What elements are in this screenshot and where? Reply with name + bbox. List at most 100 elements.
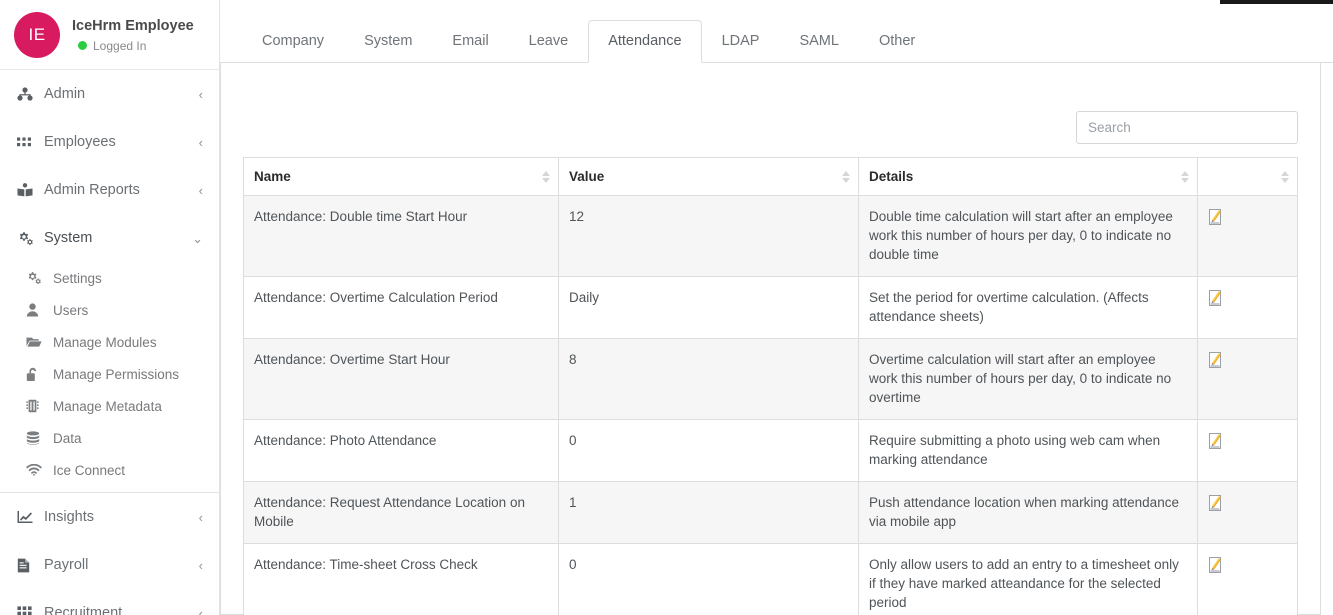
chevron-left-icon: ‹	[198, 557, 203, 573]
gears-icon	[17, 231, 39, 246]
tab-ldap[interactable]: LDAP	[702, 20, 780, 63]
cell-details: Overtime calculation will start after an…	[858, 338, 1198, 420]
edit-icon[interactable]	[1208, 351, 1225, 369]
profile-text: IceHrm Employee Logged In	[72, 17, 194, 53]
edit-icon[interactable]	[1208, 289, 1225, 307]
sidebar-item-manage-permissions[interactable]: Manage Permissions	[0, 358, 219, 390]
settings-tabs: Company System Email Leave Attendance LD…	[220, 0, 1333, 63]
tab-email[interactable]: Email	[432, 20, 508, 63]
chevron-left-icon: ‹	[198, 509, 203, 525]
sidebar-item-label: Admin Reports	[44, 182, 140, 198]
sidebar-item-label: Employees	[44, 134, 116, 150]
sidebar-item-admin[interactable]: Admin ‹	[0, 70, 219, 118]
column-header-value[interactable]: Value	[558, 157, 859, 196]
tab-saml[interactable]: SAML	[779, 20, 859, 63]
sidebar-item-manage-modules[interactable]: Manage Modules	[0, 326, 219, 358]
top-strip	[1220, 0, 1333, 4]
sidebar-item-label: System	[44, 230, 93, 246]
sidebar-item-users[interactable]: Users	[0, 294, 219, 326]
cell-value: 8	[558, 338, 859, 420]
chevron-left-icon: ‹	[198, 134, 203, 150]
profile-status: Logged In	[78, 39, 194, 53]
cell-value: Daily	[558, 276, 859, 339]
wifi-icon	[26, 464, 47, 476]
grid-icon	[17, 137, 39, 148]
search-input[interactable]	[1076, 111, 1298, 144]
folder-open-icon	[26, 336, 47, 348]
sidebar-item-system[interactable]: System ⌄	[0, 214, 219, 262]
cell-details: Require submitting a photo using web cam…	[858, 419, 1198, 482]
cell-value: 1	[558, 481, 859, 544]
edit-icon[interactable]	[1208, 556, 1225, 574]
cell-name: Attendance: Double time Start Hour	[243, 195, 559, 277]
cell-action	[1197, 195, 1298, 277]
cell-value: 0	[558, 419, 859, 482]
cell-action	[1197, 419, 1298, 482]
column-header-label: Details	[869, 169, 914, 184]
cell-value: 0	[558, 543, 859, 615]
sidebar: IE IceHrm Employee Logged In Admin ‹ Emp…	[0, 0, 220, 615]
memory-icon	[26, 399, 47, 413]
sidebar-item-label: Admin	[44, 86, 86, 102]
chevron-left-icon: ‹	[198, 86, 203, 102]
sidebar-subitem-label: Manage Metadata	[53, 398, 162, 414]
sort-icon[interactable]	[542, 170, 550, 183]
edit-icon[interactable]	[1208, 494, 1225, 512]
database-icon	[26, 431, 47, 445]
sidebar-subitem-label: Manage Modules	[53, 334, 157, 350]
settings-table: Name Value Details Attendance: Double ti…	[243, 157, 1298, 615]
sidebar-subitem-label: Users	[53, 302, 89, 318]
search-row	[243, 63, 1298, 144]
sort-icon[interactable]	[842, 170, 850, 183]
table-row: Attendance: Photo Attendance 0 Require s…	[243, 419, 1298, 482]
unlock-icon	[26, 367, 47, 382]
status-dot-icon	[78, 41, 87, 50]
edit-icon[interactable]	[1208, 432, 1225, 450]
table-head: Name Value Details	[243, 157, 1298, 196]
sidebar-item-admin-reports[interactable]: Admin Reports ‹	[0, 166, 219, 214]
sidebar-subitem-label: Settings	[53, 270, 102, 286]
table-row: Attendance: Double time Start Hour 12 Do…	[243, 195, 1298, 277]
tab-attendance[interactable]: Attendance	[588, 20, 702, 63]
sidebar-item-manage-metadata[interactable]: Manage Metadata	[0, 390, 219, 422]
column-header-label: Name	[254, 169, 291, 184]
sidebar-item-recruitment[interactable]: Recruitment ‹	[0, 589, 219, 615]
sidebar-item-ice-connect[interactable]: Ice Connect	[0, 454, 219, 486]
app-root: IE IceHrm Employee Logged In Admin ‹ Emp…	[0, 0, 1333, 615]
chevron-down-icon: ⌄	[192, 230, 203, 246]
avatar: IE	[14, 11, 60, 58]
sidebar-item-employees[interactable]: Employees ‹	[0, 118, 219, 166]
profile-name: IceHrm Employee	[72, 17, 194, 34]
tab-other[interactable]: Other	[859, 20, 935, 63]
cell-name: Attendance: Overtime Calculation Period	[243, 276, 559, 339]
main-content: Company System Email Leave Attendance LD…	[220, 0, 1333, 615]
attendance-settings-panel: Name Value Details	[220, 63, 1321, 615]
profile-status-label: Logged In	[93, 38, 147, 53]
sidebar-item-payroll[interactable]: Payroll ‹	[0, 541, 219, 589]
cell-details: Push attendance location when marking at…	[858, 481, 1198, 544]
table-row: Attendance: Overtime Calculation Period …	[243, 276, 1298, 339]
tab-leave[interactable]: Leave	[509, 20, 589, 63]
cell-details: Double time calculation will start after…	[858, 195, 1198, 277]
sort-icon[interactable]	[1281, 170, 1289, 183]
sidebar-item-data[interactable]: Data	[0, 422, 219, 454]
column-header-name[interactable]: Name	[243, 157, 559, 196]
cell-action	[1197, 543, 1298, 615]
tab-system[interactable]: System	[344, 20, 432, 63]
sidebar-subitem-label: Data	[53, 430, 82, 446]
sidebar-item-insights[interactable]: Insights ‹	[0, 493, 219, 541]
table-row: Attendance: Request Attendance Location …	[243, 481, 1298, 544]
system-submenu: Settings Users Manage Modules Manage Per…	[0, 262, 219, 493]
user-icon	[26, 303, 47, 317]
edit-icon[interactable]	[1208, 208, 1225, 226]
sidebar-item-label: Recruitment	[44, 605, 123, 615]
column-header-actions[interactable]	[1197, 157, 1298, 196]
sidebar-item-settings[interactable]: Settings	[0, 262, 219, 294]
cell-name: Attendance: Photo Attendance	[243, 419, 559, 482]
sidebar-item-label: Insights	[44, 509, 94, 525]
sort-icon[interactable]	[1181, 170, 1189, 183]
profile-header: IE IceHrm Employee Logged In	[0, 0, 219, 70]
book-icon	[17, 183, 39, 197]
tab-company[interactable]: Company	[242, 20, 344, 63]
column-header-details[interactable]: Details	[858, 157, 1198, 196]
